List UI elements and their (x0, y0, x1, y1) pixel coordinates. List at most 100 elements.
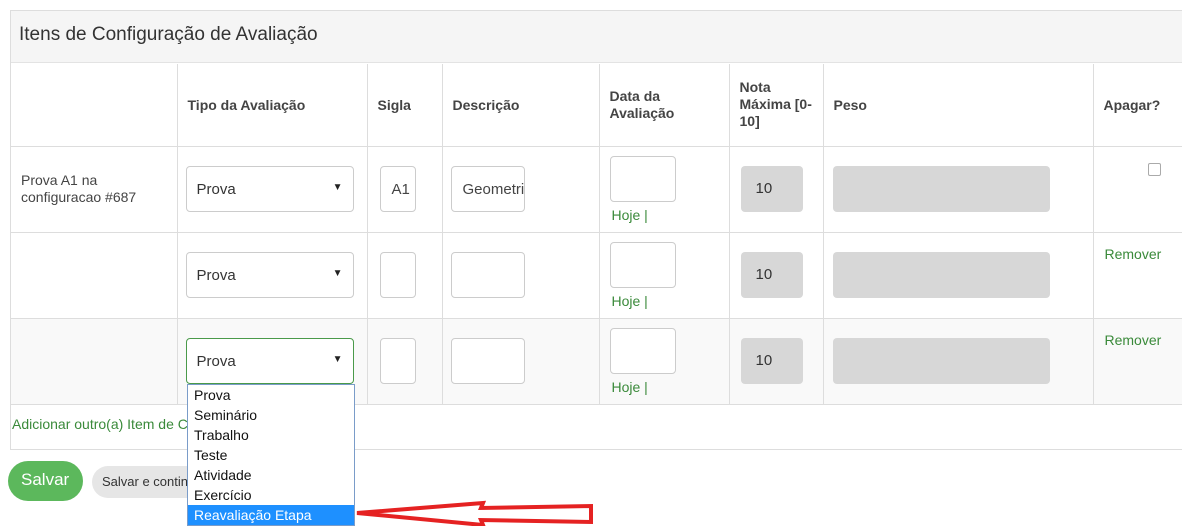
config-items-panel: Itens de Configuração de Avaliação Tipo … (10, 10, 1182, 450)
today-link[interactable]: Hoje | (612, 207, 648, 223)
header-apagar: Apagar? (1093, 64, 1182, 147)
row-label-line2: configuracao #687 (21, 189, 137, 205)
option-label: Teste (194, 447, 228, 463)
header-data: Data da Avaliação (599, 64, 730, 147)
descricao-cell: Geometria (442, 146, 600, 233)
row-label-cell (11, 318, 178, 405)
date-input[interactable] (609, 327, 676, 374)
red-arrow-shape (356, 500, 593, 526)
descricao-input[interactable]: Geometria (450, 165, 525, 212)
row-label-cell: Prova A1 na configuracao #687 (11, 146, 178, 233)
nota-maxima-value: 10 (755, 265, 773, 283)
row-label: Prova A1 na configuracao #687 (11, 172, 177, 206)
tipo-select-value: Prova (196, 352, 236, 370)
peso-field (832, 251, 1050, 298)
data-cell: Hoje | (599, 232, 730, 319)
nota-maxima-value: 10 (755, 179, 773, 197)
chevron-down-icon: ▼ (332, 267, 343, 279)
sigla-input[interactable]: A1 (379, 165, 416, 212)
sigla-cell: A1 (367, 146, 443, 233)
header-nota-line1: Nota (739, 79, 771, 96)
sigla-cell (367, 318, 443, 405)
dropdown-option[interactable]: Prova (188, 385, 354, 405)
header-sigla: Sigla (367, 64, 443, 147)
red-arrow-icon (356, 500, 593, 526)
apagar-cell (1093, 146, 1182, 233)
row-label-line1: Prova A1 na (21, 172, 98, 188)
descricao-input[interactable] (450, 251, 525, 298)
sigla-input[interactable] (379, 337, 416, 384)
chevron-down-icon: ▼ (332, 353, 343, 365)
header-data-line1: Data da (609, 87, 661, 104)
remove-link[interactable]: Remover (1105, 246, 1162, 262)
apagar-cell: Remover (1093, 232, 1182, 319)
option-label: Seminário (194, 407, 258, 423)
tipo-select-value: Prova (196, 266, 236, 284)
data-cell: Hoje | (599, 146, 730, 233)
nota-maxima-field: 10 (740, 165, 803, 212)
dropdown-option[interactable]: Trabalho (188, 425, 354, 445)
tipo-dropdown-list: Prova Seminário Trabalho Teste Atividade… (187, 384, 355, 526)
nota-cell: 10 (729, 318, 824, 405)
header-label-col (11, 64, 178, 147)
header-nota-line2: Máxima [0- (739, 96, 812, 113)
dropdown-option[interactable]: Exercício (188, 485, 354, 505)
header-nota-line3: 10] (739, 113, 760, 130)
tipo-select[interactable]: Prova ▼ (185, 165, 354, 212)
header-data-line2: Avaliação (609, 104, 675, 121)
tipo-cell: Prova ▼ (177, 146, 368, 233)
nota-maxima-field: 10 (740, 337, 803, 384)
option-label: Reavaliação Etapa (194, 507, 312, 523)
descricao-input[interactable] (450, 337, 525, 384)
tipo-select-value: Prova (196, 180, 236, 198)
remove-link[interactable]: Remover (1105, 332, 1162, 348)
peso-cell (823, 146, 1094, 233)
peso-cell (823, 232, 1094, 319)
tipo-cell: Prova ▼ (177, 232, 368, 319)
delete-checkbox[interactable] (1147, 162, 1161, 176)
peso-field (832, 337, 1050, 384)
apagar-cell: Remover (1093, 318, 1182, 405)
nota-cell: 10 (729, 232, 824, 319)
sigla-input-value: A1 (391, 180, 410, 198)
tipo-select-open[interactable]: Prova ▼ (185, 337, 354, 384)
dropdown-option[interactable]: Atividade (188, 465, 354, 485)
table-header-row: Tipo da Avaliação Sigla Descrição Data d… (11, 64, 1182, 147)
dropdown-option[interactable]: Teste (188, 445, 354, 465)
row-label-cell (11, 232, 178, 319)
option-label: Exercício (194, 487, 252, 503)
save-button[interactable]: Salvar (8, 461, 83, 501)
tipo-select[interactable]: Prova ▼ (185, 251, 354, 298)
sigla-cell (367, 232, 443, 319)
option-label: Prova (194, 387, 231, 403)
table-row: Prova A1 na configuracao #687 Prova ▼ A1… (11, 146, 1182, 233)
today-link[interactable]: Hoje | (612, 379, 648, 395)
table-row: Prova ▼ Hoje | 10 Remover (11, 232, 1182, 319)
nota-maxima-field: 10 (740, 251, 803, 298)
header-peso: Peso (823, 64, 1094, 147)
header-tipo: Tipo da Avaliação (177, 64, 368, 147)
date-input[interactable] (609, 155, 676, 202)
peso-field (832, 165, 1050, 212)
peso-cell (823, 318, 1094, 405)
option-label: Trabalho (194, 427, 249, 443)
header-nota: Nota Máxima [0- 10] (729, 64, 824, 147)
header-descricao: Descrição (442, 64, 600, 147)
date-input[interactable] (609, 241, 676, 288)
save-button-label: Salvar (21, 470, 70, 489)
panel-title: Itens de Configuração de Avaliação (19, 24, 318, 45)
option-label: Atividade (194, 467, 252, 483)
panel-header: Itens de Configuração de Avaliação (11, 11, 1182, 63)
dropdown-option-highlighted[interactable]: Reavaliação Etapa (188, 505, 354, 525)
dropdown-option[interactable]: Seminário (188, 405, 354, 425)
nota-cell: 10 (729, 146, 824, 233)
chevron-down-icon: ▼ (332, 181, 343, 193)
today-link[interactable]: Hoje | (612, 293, 648, 309)
nota-maxima-value: 10 (755, 351, 773, 369)
descricao-input-value: Geometria (462, 180, 525, 198)
sigla-input[interactable] (379, 251, 416, 298)
descricao-cell (442, 232, 600, 319)
data-cell: Hoje | (599, 318, 730, 405)
descricao-cell (442, 318, 600, 405)
items-table: Tipo da Avaliação Sigla Descrição Data d… (11, 64, 1182, 405)
